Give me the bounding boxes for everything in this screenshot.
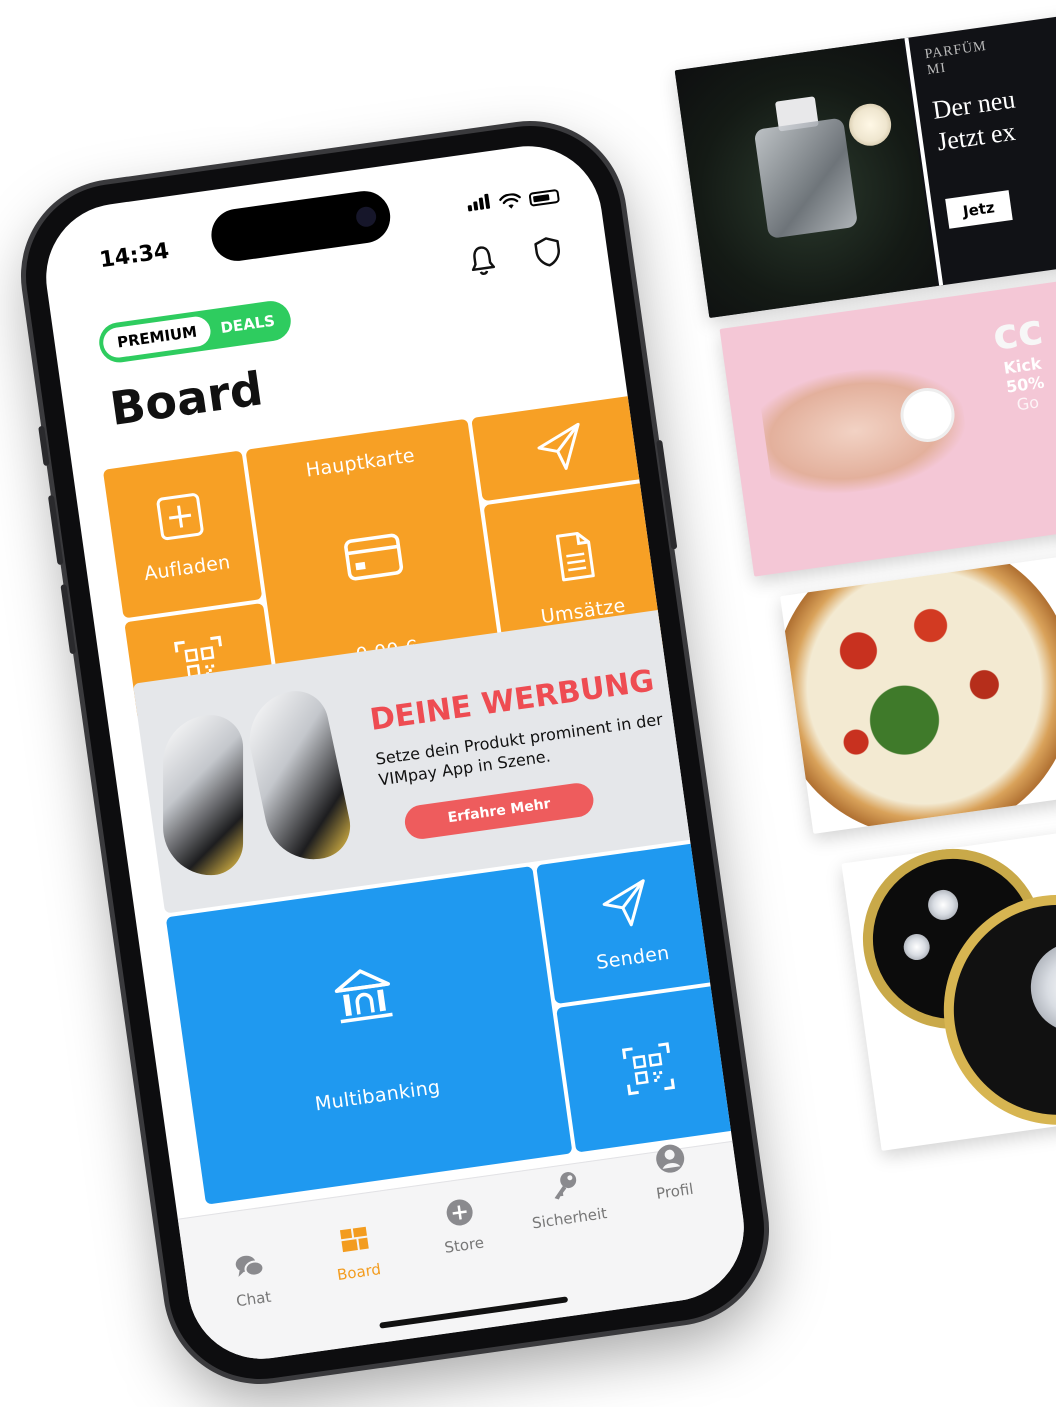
tab-store[interactable]: Store <box>408 1190 515 1261</box>
page-title: Board <box>106 361 267 436</box>
toggle-deals[interactable]: DEALS <box>209 304 289 344</box>
cosmetic-promo-text: cc Kick 50% Go <box>989 304 1046 415</box>
sneaker-right-image <box>240 685 357 869</box>
user-icon <box>656 1144 685 1173</box>
battery-icon <box>528 188 561 207</box>
chat-bubbles-icon <box>235 1255 265 1277</box>
aufladen-label: Aufladen <box>142 551 232 586</box>
home-indicator[interactable] <box>379 1296 569 1329</box>
promo-card-cosmetic[interactable]: cc Kick 50% Go <box>719 273 1056 577</box>
key-icon <box>554 1172 577 1200</box>
tab-store-label: Store <box>443 1233 486 1257</box>
credit-card-icon <box>344 533 404 581</box>
perfume-cta-button[interactable]: Jetz <box>945 190 1013 229</box>
perfume-bottle-image <box>753 117 859 239</box>
flower-image <box>846 101 894 149</box>
toggle-premium[interactable]: PREMIUM <box>101 314 213 360</box>
shield-icon[interactable] <box>531 234 565 270</box>
qr-code-icon <box>621 1042 676 1096</box>
senden-tile[interactable]: Senden <box>536 842 720 1005</box>
premium-deals-toggle[interactable]: PREMIUM DEALS <box>96 298 294 365</box>
status-icons <box>466 184 561 216</box>
paper-plane-icon <box>602 879 645 927</box>
multibanking-label: Multibanking <box>313 1076 442 1116</box>
tab-board-label: Board <box>335 1260 383 1285</box>
pizza-image <box>780 546 1056 834</box>
cosmetic-logo: cc <box>989 304 1046 360</box>
plus-square-icon <box>156 493 204 541</box>
perfume-promo-text: PARFÜM MI Der neu Jetzt ex <box>923 38 1018 157</box>
paper-plane-icon <box>537 422 580 470</box>
tab-chat-label: Chat <box>235 1287 273 1311</box>
perfume-brand: PARFÜM <box>923 38 988 63</box>
senden-label: Senden <box>595 941 671 974</box>
tab-profil[interactable]: Profil <box>618 1136 725 1207</box>
tab-chat[interactable]: Chat <box>197 1244 304 1315</box>
bell-icon[interactable] <box>465 243 499 279</box>
board-grid-icon <box>339 1226 369 1253</box>
document-icon <box>555 531 595 582</box>
perfume-photo <box>674 38 938 319</box>
tab-sicherheit[interactable]: Sicherheit <box>513 1163 620 1234</box>
promo-card-jewelry[interactable] <box>841 819 1056 1151</box>
promo-card-perfume[interactable]: PARFÜM MI Der neu Jetzt ex Jetz <box>674 11 1056 319</box>
sneaker-left-image <box>163 715 244 876</box>
tab-sicherheit-label: Sicherheit <box>530 1204 609 1233</box>
promo-card-pizza[interactable] <box>780 546 1056 834</box>
tab-board[interactable]: Board <box>303 1217 410 1288</box>
status-time: 14:34 <box>97 238 171 274</box>
hauptkarte-title: Hauptkarte <box>304 444 417 482</box>
qr-scan-tile-blue[interactable] <box>556 984 741 1153</box>
plus-circle-icon <box>446 1199 473 1226</box>
dynamic-island <box>208 187 394 265</box>
signal-icon <box>466 193 492 215</box>
tab-profil-label: Profil <box>655 1179 695 1203</box>
wifi-icon <box>499 193 521 209</box>
ad-cta-button[interactable]: Erfahre Mehr <box>402 781 596 842</box>
bank-icon <box>334 969 393 1024</box>
aufladen-tile[interactable]: Aufladen <box>102 450 263 619</box>
multibanking-tile[interactable]: Multibanking <box>165 866 573 1205</box>
